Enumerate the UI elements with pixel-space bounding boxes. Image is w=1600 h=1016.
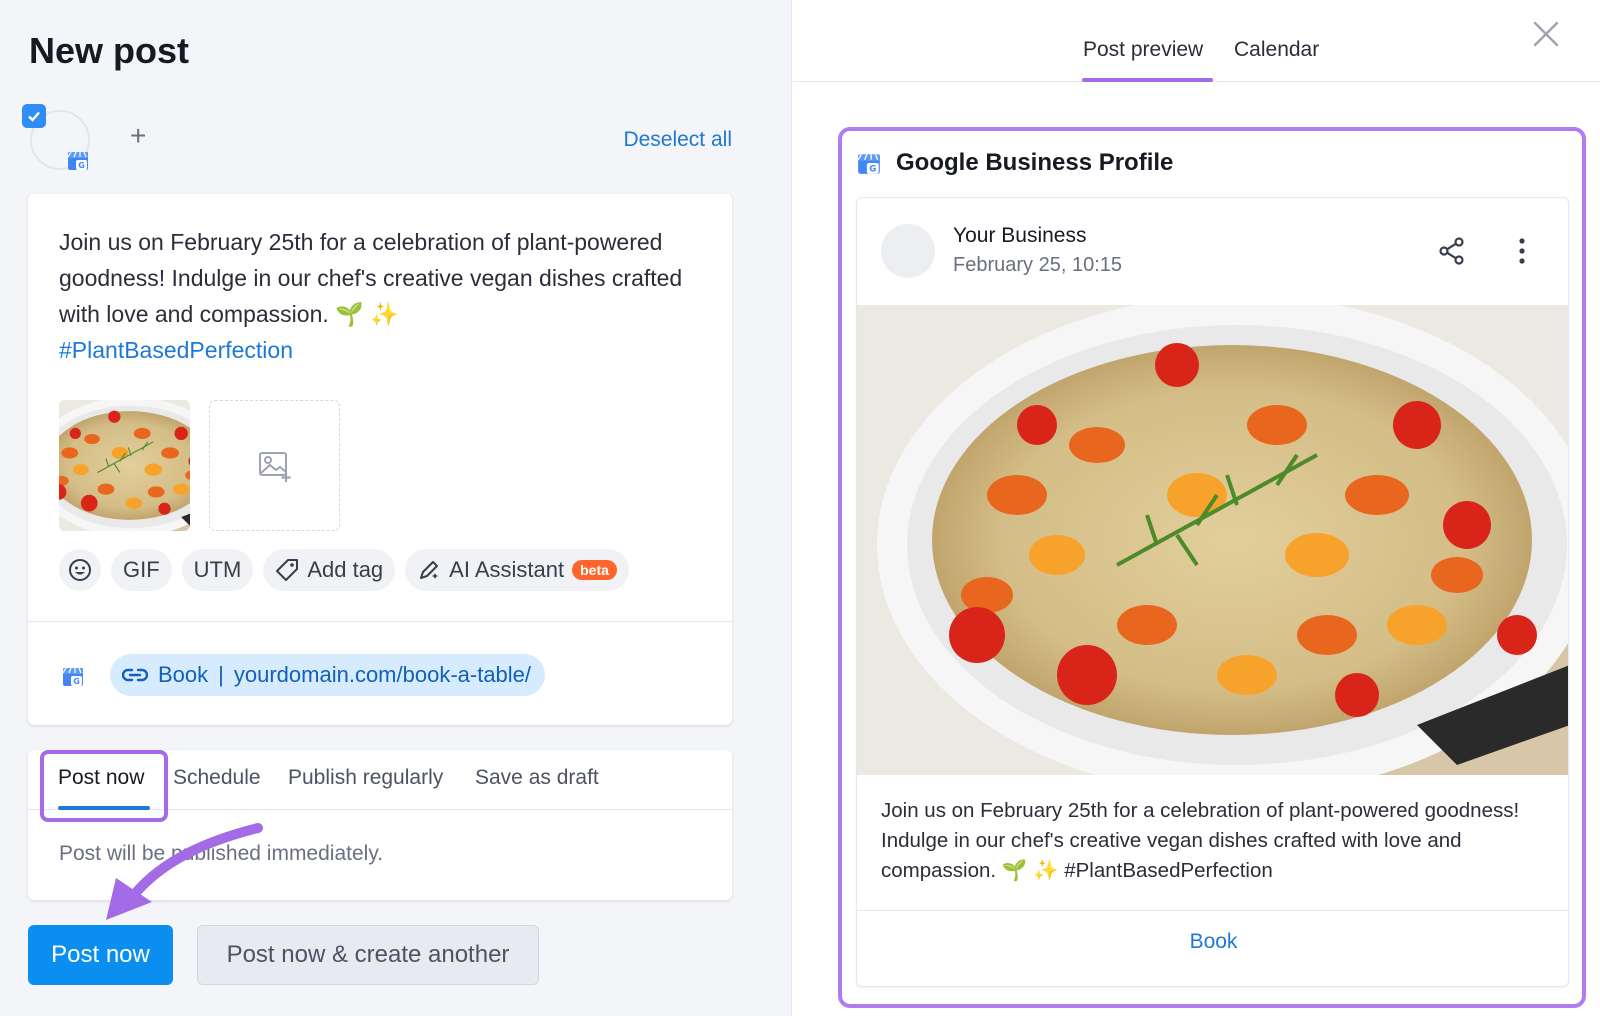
link-icon [122,668,148,682]
divider [28,621,732,622]
platform-header: Google Business Profile [856,149,1173,177]
share-icon[interactable] [1437,236,1467,266]
tag-icon [276,559,299,581]
preview-panel: Post preview Calendar Google Business Pr… [793,0,1600,1016]
post-now-button[interactable]: Post now [28,925,173,985]
highlight-annotation [40,750,168,822]
link-separator: | [218,662,224,687]
post-date: February 25, 10:15 [953,254,1122,276]
business-name: Your Business [953,224,1087,247]
gif-button[interactable]: GIF [111,549,172,591]
tab-post-preview[interactable]: Post preview [1083,38,1203,62]
ai-assistant-label: AI Assistant [449,557,565,582]
post-editor: Join us on February 25th for a celebrati… [28,194,732,725]
tab-save-as-draft[interactable]: Save as draft [475,766,599,790]
gbp-preview: Google Business Profile Your Business Fe… [838,127,1586,1008]
account-selector: + Deselect all [22,104,732,174]
platform-title: Google Business Profile [896,149,1174,176]
post-preview-card: Your Business February 25, 10:15 Join us… [856,197,1569,987]
ai-pen-icon [420,561,439,579]
page-title: New post [29,30,190,71]
editor-toolbar: GIF UTM Add tag AI Assistant beta [59,549,629,591]
ai-assistant-button[interactable]: AI Assistant beta [405,549,629,591]
book-button[interactable]: Book [857,930,1568,954]
check-icon[interactable] [22,104,46,128]
post-body: Join us on February 25th for a celebrati… [59,229,683,327]
new-post-panel: New post + Deselect all Join us on Febru… [0,0,792,1016]
post-image [857,305,1569,775]
link-url: yourdomain.com/book-a-table/ [233,662,532,687]
active-tab-indicator [1082,78,1213,82]
add-tag-button[interactable]: Add tag [263,549,396,591]
avatar [881,224,935,278]
divider [857,910,1568,911]
image-add-icon [258,451,290,482]
post-textarea[interactable]: Join us on February 25th for a celebrati… [59,224,704,368]
close-icon[interactable] [1532,20,1560,48]
plus-icon[interactable]: + [130,122,146,150]
preview-post-text: Join us on February 25th for a celebrati… [881,799,1520,882]
tab-calendar[interactable]: Calendar [1234,38,1319,62]
add-media-button[interactable] [209,400,340,531]
preview-tabs: Post preview Calendar [793,0,1600,82]
google-business-icon [856,150,882,176]
google-business-icon [61,664,85,688]
arrow-annotation [106,823,263,920]
add-tag-label: Add tag [307,557,384,582]
link-label: Book [158,662,209,687]
post-now-create-another-button[interactable]: Post now & create another [197,925,539,985]
tab-schedule[interactable]: Schedule [173,766,261,790]
google-business-icon [66,148,90,172]
emoji-icon [69,559,91,581]
utm-button[interactable]: UTM [181,549,254,591]
book-link-chip[interactable]: Book | yourdomain.com/book-a-table/ [110,654,546,696]
media-thumbnail[interactable] [59,400,190,531]
post-hashtag: #PlantBasedPerfection [59,337,293,363]
tab-publish-regularly[interactable]: Publish regularly [288,766,443,790]
more-vertical-icon[interactable] [1517,236,1527,266]
deselect-all-link[interactable]: Deselect all [623,128,732,152]
beta-badge: beta [572,560,617,580]
emoji-button[interactable] [59,549,101,591]
